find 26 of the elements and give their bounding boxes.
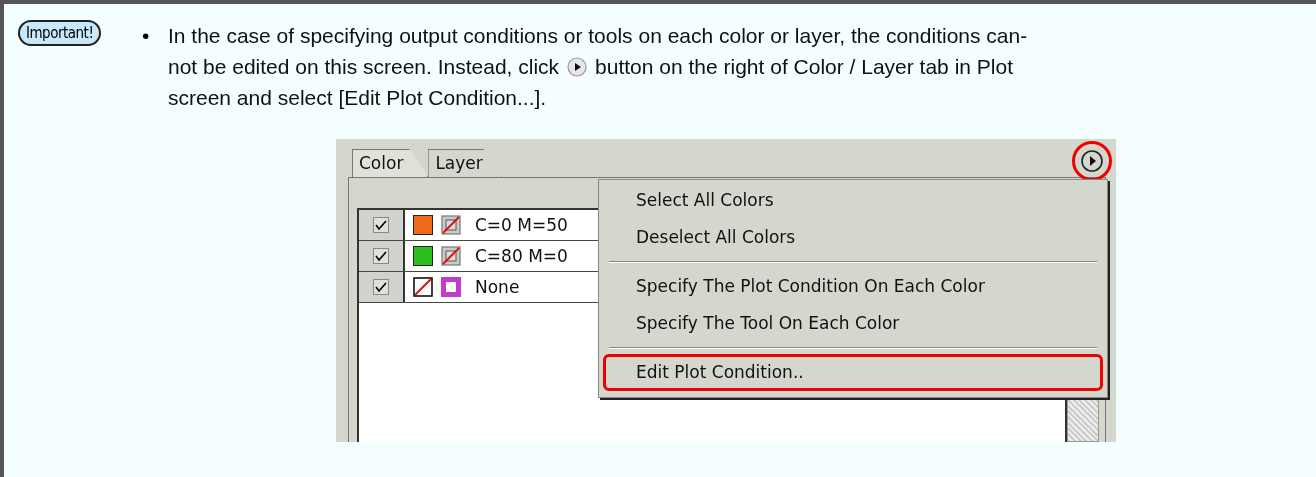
menu-item[interactable]: Specify The Tool On Each Color [603, 305, 1103, 342]
text-line: button on the right of Color / Layer tab in Plot [595, 54, 1013, 80]
text-line: In the case of specifying output conditions or tools on each color or layer, the conditions can- [168, 23, 1028, 49]
important-badge: Important! [18, 20, 102, 46]
text-line: screen and select [Edit Plot Condition...]. [168, 85, 547, 111]
checkbox[interactable] [359, 241, 405, 271]
no-color-icon [441, 215, 461, 235]
menu-item[interactable]: Deselect All Colors [603, 219, 1103, 256]
checkbox[interactable] [359, 272, 405, 302]
check-mark-icon [373, 279, 389, 295]
no-color-icon [413, 277, 433, 297]
menu-item[interactable]: Select All Colors [603, 182, 1103, 219]
color-name: C=80 M=0 [474, 246, 568, 266]
tab[interactable]: Color [352, 149, 429, 177]
text-line: not be edited on this screen. Instead, click [168, 54, 560, 80]
no-color-icon [441, 246, 461, 266]
bullet: • [142, 23, 151, 49]
color-name: None [474, 277, 520, 297]
color-name: C=0 M=50 [474, 215, 568, 235]
menu-item[interactable]: Edit Plot Condition.. [603, 354, 1103, 391]
play-circle-icon [1080, 149, 1104, 173]
checkbox[interactable] [359, 210, 405, 240]
menu-item[interactable]: Specify The Plot Condition On Each Color [603, 268, 1103, 305]
check-mark-icon [373, 217, 389, 233]
check-mark-icon [373, 248, 389, 264]
tab[interactable]: Layer [428, 149, 502, 177]
